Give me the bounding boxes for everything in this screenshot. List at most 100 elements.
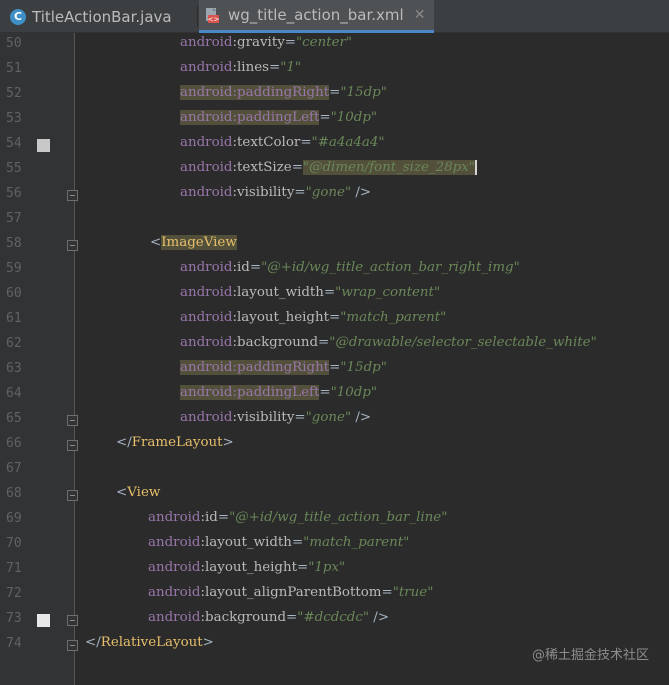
code-line[interactable]: 68 <View [0, 483, 669, 508]
code-token: = [291, 535, 304, 550]
code-line[interactable]: 62 android:background="@drawable/selector… [0, 333, 669, 358]
code-line[interactable]: 53 android:paddingLeft="10dp" [0, 108, 669, 133]
code-token: "15dp" [340, 360, 387, 375]
code-token: "#dcdcdc" [297, 610, 370, 625]
code-token: > [202, 635, 214, 650]
code-token: RelativeLayout [100, 635, 203, 650]
code-token: = [294, 410, 306, 425]
code-text: android:paddingRight="15dp" [180, 360, 387, 375]
code-token: android [148, 510, 201, 525]
code-token: :visibility [232, 185, 295, 200]
code-token: android [180, 160, 233, 175]
code-line[interactable]: 61 android:layout_height="match_parent" [0, 308, 669, 333]
fold-icon[interactable] [67, 415, 78, 426]
code-line[interactable]: 57 [0, 208, 669, 233]
code-line[interactable]: 65 android:visibility="gone" /> [0, 408, 669, 433]
fold-icon[interactable] [67, 615, 78, 626]
bookmark-icon[interactable] [37, 139, 50, 152]
code-token: = [329, 85, 341, 100]
code-token: = [297, 560, 309, 575]
code-line[interactable]: 69 android:id="@+id/wg_title_action_bar_l… [0, 508, 669, 533]
code-token: "wrap_content" [335, 285, 441, 300]
line-number: 71 [6, 561, 22, 576]
code-token: android [148, 535, 201, 550]
code-text: android:id="@+id/wg_title_action_bar_lin… [148, 510, 447, 525]
code-token: android [148, 610, 201, 625]
code-token: "1" [280, 60, 302, 75]
bookmark-icon[interactable] [37, 614, 50, 627]
code-token: "1px" [308, 560, 346, 575]
fold-icon[interactable] [67, 240, 78, 251]
code-line[interactable]: 55 android:textSize="@dimen/font_size_28p… [0, 158, 669, 183]
line-number: 50 [6, 36, 22, 51]
editor-tab-bar: C TitleActionBar.java <> wg_title_action… [0, 0, 669, 33]
code-line[interactable]: 71 android:layout_height="1px" [0, 558, 669, 583]
code-token: = [284, 35, 296, 50]
code-line[interactable]: 56 android:visibility="gone" /> [0, 183, 669, 208]
code-line[interactable]: 52 android:paddingRight="15dp" [0, 83, 669, 108]
line-number: 55 [6, 161, 22, 176]
fold-icon[interactable] [67, 440, 78, 451]
line-number: 57 [6, 211, 22, 226]
code-line[interactable]: 66 </FrameLayout> [0, 433, 669, 458]
code-text: android:layout_width="match_parent" [148, 535, 409, 550]
line-number: 59 [6, 261, 22, 276]
code-line[interactable]: 67 [0, 458, 669, 483]
code-token: android [180, 310, 233, 325]
code-token: :layout_width [232, 285, 324, 300]
code-text: android:paddingLeft="10dp" [180, 110, 377, 125]
line-number: 54 [6, 136, 22, 151]
code-text: </FrameLayout> [116, 435, 234, 450]
line-number: 65 [6, 411, 22, 426]
code-line[interactable]: 54 android:textColor="#a4a4a4" [0, 133, 669, 158]
code-token: "10dp" [330, 385, 378, 400]
fold-icon[interactable] [67, 490, 78, 501]
code-token: android [180, 135, 233, 150]
code-token: "10dp" [330, 110, 378, 125]
code-token: :background [200, 610, 287, 625]
line-number: 64 [6, 386, 22, 401]
code-line[interactable]: 50 android:gravity="center" [0, 33, 669, 58]
code-token: "gone" [305, 410, 352, 425]
code-token: "match_parent" [303, 535, 410, 550]
code-text: android:visibility="gone" /> [180, 185, 371, 200]
code-token: :visibility [232, 410, 295, 425]
code-text: android:id="@+id/wg_title_action_bar_rig… [180, 260, 520, 275]
line-number: 62 [6, 336, 22, 351]
code-token: "@dimen/font_size_28px" [302, 160, 477, 175]
code-line[interactable]: 51 android:lines="1" [0, 58, 669, 83]
code-token: < [150, 235, 162, 250]
line-number: 67 [6, 461, 22, 476]
code-token: android [180, 285, 233, 300]
code-line[interactable]: 60 android:layout_width="wrap_content" [0, 283, 669, 308]
code-token: ImageView [161, 235, 237, 250]
code-token: android [180, 35, 233, 50]
code-line[interactable]: 72 android:layout_alignParentBottom="true… [0, 583, 669, 608]
code-line[interactable]: 58 <ImageView [0, 233, 669, 258]
fold-icon[interactable] [67, 640, 78, 651]
code-token: = [319, 385, 331, 400]
code-token: android [148, 560, 201, 575]
fold-icon[interactable] [67, 190, 78, 201]
code-line[interactable]: 63 android:paddingRight="15dp" [0, 358, 669, 383]
code-token: :background [232, 335, 319, 350]
code-token: = [381, 585, 393, 600]
close-icon[interactable]: ✕ [414, 7, 426, 23]
code-token: :id [232, 260, 250, 275]
code-token: :layout_width [200, 535, 292, 550]
code-token: /> [369, 610, 390, 625]
tab-wg-title-action-bar-xml[interactable]: <> wg_title_action_bar.xml ✕ [199, 0, 434, 33]
watermark: @稀土掘金技术社区 [531, 648, 649, 663]
code-line[interactable]: 59 android:id="@+id/wg_title_action_bar_r… [0, 258, 669, 283]
line-number: 58 [6, 236, 22, 251]
line-number: 60 [6, 286, 22, 301]
code-line[interactable]: 73 android:background="#dcdcdc" /> [0, 608, 669, 633]
code-text: android:layout_width="wrap_content" [180, 285, 440, 300]
code-token: "true" [392, 585, 434, 600]
code-token: "@+id/wg_title_action_bar_line" [229, 510, 448, 525]
code-line[interactable]: 70 android:layout_width="match_parent" [0, 533, 669, 558]
code-text: android:textColor="#a4a4a4" [180, 135, 385, 150]
code-line[interactable]: 64 android:paddingLeft="10dp" [0, 383, 669, 408]
tab-titleactionbar-java[interactable]: C TitleActionBar.java [0, 0, 196, 33]
tab-label: wg_title_action_bar.xml [228, 6, 404, 24]
